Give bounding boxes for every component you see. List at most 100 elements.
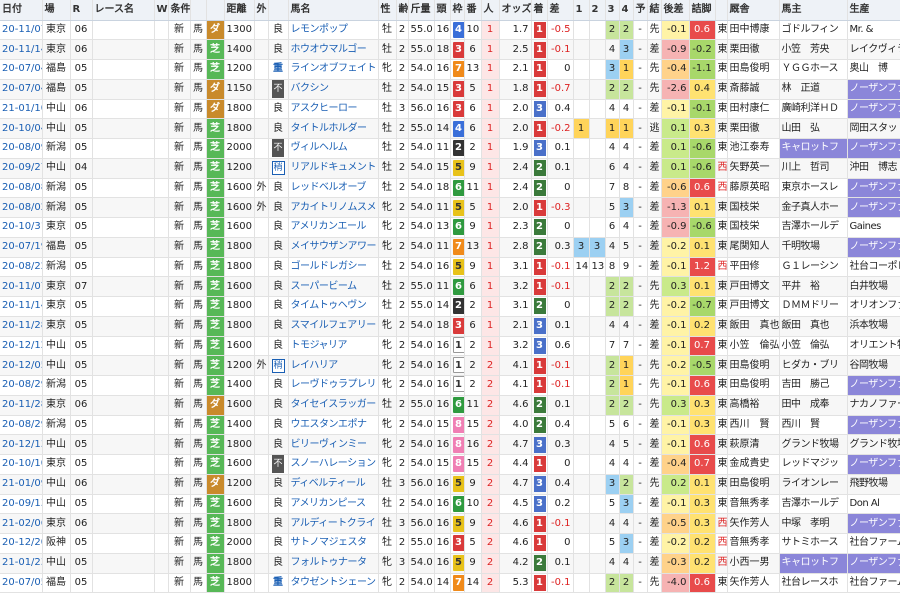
- table-row[interactable]: 20-11/28東京05新馬芝1800良スマイルフェアリー牝254.018361…: [0, 316, 900, 337]
- horse-name[interactable]: ウエスタンエポナ: [288, 415, 379, 436]
- column-header[interactable]: 生産: [847, 0, 900, 21]
- column-header[interactable]: 結: [647, 0, 662, 21]
- horse-name[interactable]: アカイトリノムスメ: [288, 197, 379, 218]
- table-row[interactable]: 21-02/06東京06 新馬芝1800 良アルディートクライ牡356.016592…: [0, 513, 900, 534]
- horse-name[interactable]: ディベルティール: [288, 474, 379, 495]
- table-row[interactable]: 20-11/07東京07新馬芝1600良スーパービーム牡255.0116613.…: [0, 276, 900, 297]
- horse-name[interactable]: タイムトゥヘヴン: [288, 296, 379, 317]
- table-row[interactable]: 20-07/05福島05新馬芝1800重タウゼントシェーン牝254.014714…: [0, 573, 900, 594]
- table-row[interactable]: 20-10/10東京05新馬芝1600不スノーハレーション牝254.015815…: [0, 454, 900, 475]
- table-row[interactable]: 20-08/08新潟05新馬芝1600外良レッドベルオーブ牡254.018611…: [0, 178, 900, 199]
- table-row[interactable]: 21-01/23中山05新馬芝1800良フォルトゥナータ牝354.0165924…: [0, 553, 900, 574]
- horse-name[interactable]: アメリカンエール: [288, 217, 379, 238]
- horse-name[interactable]: レイハリア: [288, 355, 379, 376]
- horse-name[interactable]: タウゼントシェーン: [288, 573, 379, 594]
- horse-name[interactable]: ラインオブフェイト: [288, 59, 379, 80]
- column-header[interactable]: 1: [573, 0, 590, 21]
- horse-name[interactable]: タイトルホルダー: [288, 118, 379, 139]
- table-row[interactable]: 20-11/14東京05新馬芝1800良タイムトゥヘヴン牡255.0142213…: [0, 296, 900, 317]
- column-header[interactable]: 予: [633, 0, 648, 21]
- race-date[interactable]: 20-11/14: [0, 39, 43, 60]
- column-header[interactable]: 2: [589, 0, 606, 21]
- table-row[interactable]: 20-12/05中山05新馬芝1200外稍レイハリア牝254.0161224.1…: [0, 355, 900, 376]
- race-date[interactable]: 20-10/31: [0, 217, 43, 238]
- race-date[interactable]: 20-10/10: [0, 454, 43, 475]
- column-header[interactable]: [190, 0, 207, 21]
- race-date[interactable]: 20-12/05: [0, 355, 43, 376]
- table-row[interactable]: 20-09/27中山04新馬芝1200稍リアルドキュメント牡254.015591…: [0, 158, 900, 179]
- column-header[interactable]: レース名: [92, 0, 155, 21]
- table-row[interactable]: 20-07/19福島05新馬芝1800良メイサウザンアワー牝254.011713…: [0, 237, 900, 258]
- table-row[interactable]: 20-11/28東京06新馬ダ1600良タイセイスラッガー牡255.016611…: [0, 395, 900, 416]
- horse-name[interactable]: バクシン: [288, 79, 379, 100]
- column-header[interactable]: [715, 0, 728, 21]
- horse-name[interactable]: トモジャリア: [288, 336, 379, 357]
- table-row[interactable]: 20-08/29新潟05新馬芝1400良ウエスタンエポナ牝254.0158152…: [0, 415, 900, 436]
- horse-name[interactable]: ホウオウマルゴー: [288, 39, 379, 60]
- column-header[interactable]: [268, 0, 289, 21]
- race-date[interactable]: 20-11/28: [0, 395, 43, 416]
- column-header[interactable]: 馬主: [779, 0, 848, 21]
- table-row[interactable]: 20-08/22新潟05新馬芝1800良ゴールドレガシー牡254.0165913…: [0, 257, 900, 278]
- horse-name[interactable]: アスクヒーロー: [288, 99, 379, 120]
- horse-name[interactable]: ビリーヴィンミー: [288, 434, 379, 455]
- column-header[interactable]: 外: [254, 0, 269, 21]
- column-header[interactable]: 着: [531, 0, 548, 21]
- column-header[interactable]: 厩舎: [727, 0, 780, 21]
- race-date[interactable]: 20-07/19: [0, 237, 43, 258]
- table-row[interactable]: 20-07/04福島05新馬芝1200重ラインオブフェイト牝254.016713…: [0, 59, 900, 80]
- column-header[interactable]: 条件: [168, 0, 191, 21]
- column-header[interactable]: 番: [464, 0, 482, 21]
- column-header[interactable]: オッズ: [499, 0, 532, 21]
- column-header[interactable]: W: [154, 0, 169, 21]
- race-date[interactable]: 20-11/07: [0, 20, 43, 41]
- race-date[interactable]: 21-01/23: [0, 553, 43, 574]
- horse-name[interactable]: ゴールドレガシー: [288, 257, 379, 278]
- race-date[interactable]: 20-09/13: [0, 494, 43, 515]
- horse-name[interactable]: レーヴドゥラプレリ: [288, 375, 379, 396]
- horse-name[interactable]: タイセイスラッガー: [288, 395, 379, 416]
- column-header[interactable]: 場: [42, 0, 71, 21]
- horse-name[interactable]: メイサウザンアワー: [288, 237, 379, 258]
- column-header[interactable]: 詰脚: [689, 0, 716, 21]
- horse-name[interactable]: フォルトゥナータ: [288, 553, 379, 574]
- column-header[interactable]: 頭: [434, 0, 451, 21]
- race-date[interactable]: 20-07/04: [0, 79, 43, 100]
- horse-name[interactable]: スノーハレーション: [288, 454, 379, 475]
- table-row[interactable]: 20-07/04福島05新馬ダ1150不バクシン牡254.0153511.81-…: [0, 79, 900, 100]
- race-date[interactable]: 20-08/22: [0, 257, 43, 278]
- table-row[interactable]: 20-10/31東京05新馬芝1600良アメリカンエール牝254.0136912…: [0, 217, 900, 238]
- column-header[interactable]: 4: [619, 0, 634, 21]
- horse-name[interactable]: レモンポップ: [288, 20, 379, 41]
- column-header[interactable]: 枠: [450, 0, 465, 21]
- table-row[interactable]: 20-09/13中山05新馬芝1600良アメリカンピース牡254.0166102…: [0, 494, 900, 515]
- race-date[interactable]: 20-12/20: [0, 533, 43, 554]
- race-date[interactable]: 21-01/10: [0, 99, 43, 120]
- column-header[interactable]: 距離: [224, 0, 255, 21]
- column-header[interactable]: R: [70, 0, 93, 21]
- race-date[interactable]: 20-11/07: [0, 276, 43, 297]
- horse-name[interactable]: ヴィルヘルム: [288, 138, 379, 159]
- race-date[interactable]: 21-02/06: [0, 513, 43, 534]
- race-date[interactable]: 20-08/29: [0, 415, 43, 436]
- column-header[interactable]: 人: [481, 0, 500, 21]
- race-date[interactable]: 20-11/14: [0, 296, 43, 317]
- column-header[interactable]: 日付: [0, 0, 43, 21]
- table-row[interactable]: 21-01/10中山06新馬ダ1800良アスクヒーロー牡356.0163612.…: [0, 99, 900, 120]
- race-date[interactable]: 20-07/05: [0, 573, 43, 594]
- column-header[interactable]: 3: [605, 0, 620, 21]
- horse-name[interactable]: スーパービーム: [288, 276, 379, 297]
- race-date[interactable]: 20-08/09: [0, 138, 43, 159]
- horse-name[interactable]: アメリカンピース: [288, 494, 379, 515]
- table-row[interactable]: 20-08/02新潟05新馬芝1600外良アカイトリノムスメ牝254.01155…: [0, 197, 900, 218]
- race-date[interactable]: 20-11/28: [0, 316, 43, 337]
- table-row[interactable]: 20-10/04中山05新馬芝1800良タイトルホルダー牡255.0144612…: [0, 118, 900, 139]
- race-date[interactable]: 20-12/12: [0, 336, 43, 357]
- table-row[interactable]: 20-11/14東京06新馬芝1400良ホウオウマルゴー牡255.0183612…: [0, 39, 900, 60]
- column-header[interactable]: 齢: [396, 0, 409, 21]
- column-header[interactable]: [206, 0, 225, 21]
- column-header[interactable]: 馬名: [288, 0, 379, 21]
- table-row[interactable]: 20-12/13中山05新馬芝1800良ビリーヴィンミー牝254.0168162…: [0, 434, 900, 455]
- column-header[interactable]: 差: [547, 0, 574, 21]
- horse-name[interactable]: レッドベルオーブ: [288, 178, 379, 199]
